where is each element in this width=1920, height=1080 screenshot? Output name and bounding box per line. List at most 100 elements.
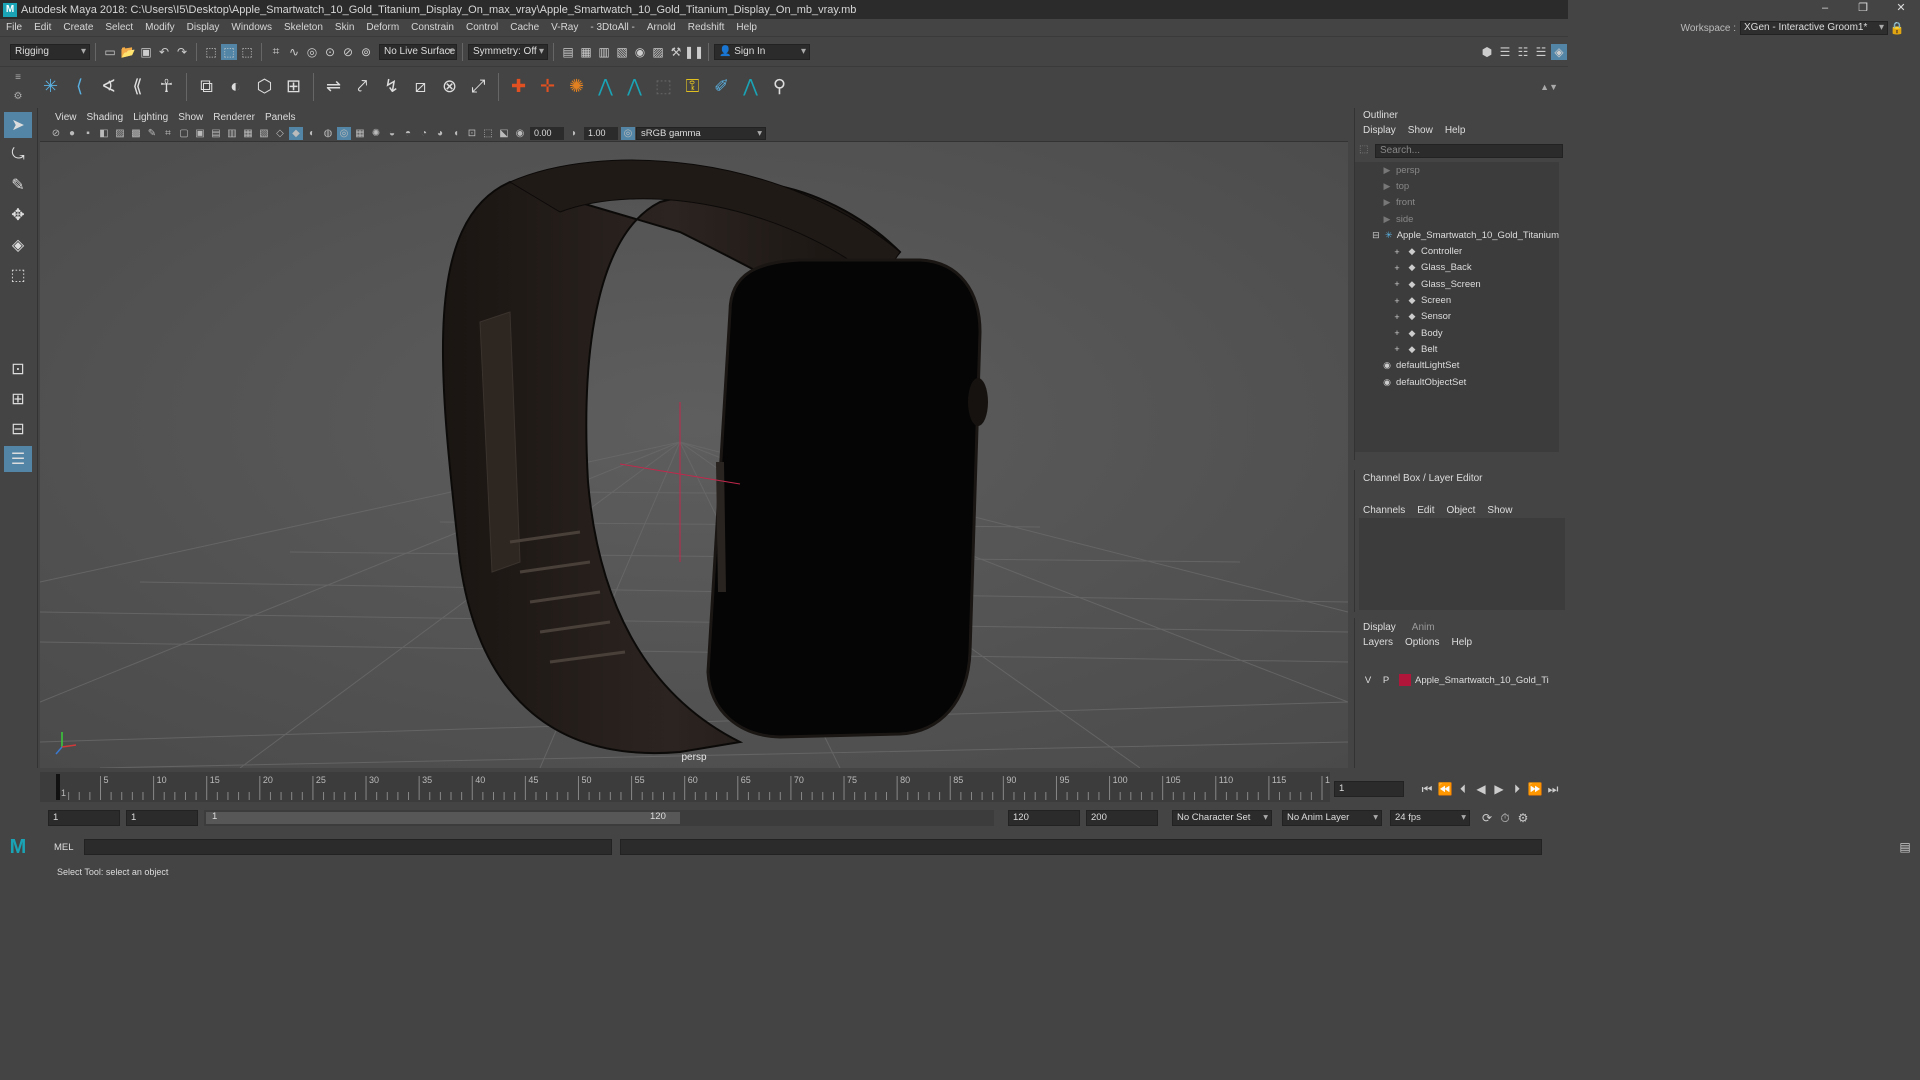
smooth-shade-icon[interactable]: ◆ (289, 126, 303, 140)
expand-toggle-icon[interactable]: ⊟ (1371, 230, 1381, 241)
graph-editor-icon[interactable]: ✐ (710, 75, 734, 99)
camera-attributes-icon[interactable]: ▪ (81, 127, 95, 140)
hik-control-icon[interactable]: ⋀ (623, 75, 647, 99)
step-back-frame-icon[interactable]: ⏴ (1455, 781, 1471, 797)
loop-icon[interactable]: ⟳ (1479, 810, 1495, 826)
expand-toggle-icon[interactable]: + (1391, 312, 1403, 322)
paint-weights-icon[interactable]: ◐ (224, 75, 248, 99)
color-management-icon[interactable]: ◎ (621, 126, 635, 140)
menu-set-dropdown[interactable]: Rigging (10, 43, 90, 60)
isolate-select-icon[interactable]: ⊡ (465, 127, 479, 140)
expand-toggle-icon[interactable]: + (1391, 344, 1403, 354)
field-chart-icon[interactable]: ▥ (225, 127, 239, 140)
layer-playback-toggle[interactable]: P (1377, 675, 1395, 686)
snap-grid-icon[interactable]: ⌗ (268, 44, 284, 60)
layer-visibility-toggle[interactable]: V (1359, 675, 1377, 686)
set-key-icon[interactable]: ⚿ (681, 75, 705, 99)
outliner-item[interactable]: ▶ side (1355, 211, 1559, 227)
single-perspective-layout-icon[interactable]: ⊡ (4, 356, 32, 382)
modeling-toolkit-icon[interactable]: ⬢ (1479, 44, 1495, 60)
exposure-field[interactable]: 0.00 (530, 126, 564, 140)
tool-settings-icon[interactable]: ☷ (1515, 44, 1531, 60)
lock-icon[interactable]: 🔒 (1889, 20, 1905, 36)
outliner-list[interactable]: ▶ persp ▶ top ▶ front ▶ side ⊟ ✳ Apple_Smartwatch_… (1355, 162, 1559, 452)
xray-icon[interactable]: ◎ (337, 126, 351, 140)
select-object-icon[interactable]: ⬚ (221, 43, 237, 60)
expand-toggle-icon[interactable]: + (1391, 328, 1403, 338)
ipr-render-icon[interactable]: ▥ (596, 44, 612, 60)
wire-deformer-icon[interactable]: ↯ (380, 75, 404, 99)
play-forward-icon[interactable]: ▶ (1491, 781, 1507, 797)
playback-end-field[interactable]: 120 (1008, 810, 1080, 826)
render-frame-icon[interactable]: ▦ (578, 44, 594, 60)
menu-deform[interactable]: Deform (360, 22, 405, 33)
viewport-menu-lighting[interactable]: Lighting (128, 112, 173, 123)
move-tool-icon[interactable]: ✥ (4, 202, 32, 228)
command-input[interactable] (84, 839, 612, 855)
animation-start-field[interactable]: 1 (48, 810, 120, 826)
layer-menu-help[interactable]: Help (1451, 635, 1472, 650)
outliner-item[interactable]: ⊟ ✳ Apple_Smartwatch_10_Gold_Titanium (1355, 227, 1559, 243)
outliner-menu-help[interactable]: Help (1445, 123, 1466, 138)
character-set-dropdown[interactable]: No Character Set (1172, 810, 1272, 826)
script-editor-icon[interactable]: ▤ (1897, 839, 1913, 855)
outliner-item[interactable]: + ◆ Belt (1355, 341, 1559, 357)
expand-toggle-icon[interactable]: + (1391, 247, 1403, 257)
outliner-item[interactable]: ◉ defaultObjectSet (1355, 374, 1559, 390)
gamma-field[interactable]: 1.00 (584, 126, 618, 140)
outliner-filter-icon[interactable]: ⬚ (1359, 144, 1368, 155)
rotate-tool-icon[interactable]: ◈ (4, 232, 32, 258)
render-settings-icon[interactable]: ▧ (614, 44, 630, 60)
gamma-icon[interactable]: ◗ (567, 127, 581, 140)
hypershade-icon[interactable]: ◉ (632, 44, 648, 60)
nonlinear-icon[interactable]: ⤤ (351, 75, 375, 99)
outliner-search-input[interactable]: Search... (1375, 144, 1563, 158)
current-time-marker[interactable] (56, 774, 60, 800)
ik-spline-icon[interactable]: ∢ (97, 75, 121, 99)
render-view-icon[interactable]: ▤ (560, 44, 576, 60)
auto-key-icon[interactable]: ⏱ (1497, 810, 1513, 826)
shadows-icon[interactable]: ◒ (385, 127, 399, 140)
tab-display[interactable]: Display (1363, 620, 1396, 635)
use-all-lights-icon[interactable]: ✺ (369, 127, 383, 140)
symmetry-dropdown[interactable]: Symmetry: Off (468, 43, 548, 60)
select-camera-icon[interactable]: ⊘ (49, 127, 63, 140)
layer-menu-options[interactable]: Options (1405, 635, 1439, 650)
shelf-scroll-icon[interactable]: ▲▼ (1540, 82, 1558, 92)
motion-blur-icon[interactable]: ◔ (417, 127, 431, 140)
menu-create[interactable]: Create (57, 22, 99, 33)
color-space-dropdown[interactable]: sRGB gamma (636, 126, 766, 140)
smooth-bind-icon[interactable]: ⧉ (195, 75, 219, 99)
minimize-button[interactable]: – (1806, 0, 1844, 19)
film-gate-icon[interactable]: ▢ (177, 127, 191, 140)
trax-editor-icon[interactable]: ⋀ (739, 75, 763, 99)
outliner-item[interactable]: ▶ persp (1355, 162, 1559, 178)
time-slider[interactable]: 1 5 10 15 20 25 30 35 40 45 50 55 60 65 70 75 80 85 90 95 10… (40, 772, 1330, 802)
viewport-menu-view[interactable]: View (50, 112, 82, 123)
wrap-icon[interactable]: ⧄ (409, 75, 433, 99)
viewport-menu-show[interactable]: Show (173, 112, 208, 123)
viewport-menu-shading[interactable]: Shading (82, 112, 129, 123)
outliner-item[interactable]: + ◆ Glass_Screen (1355, 276, 1559, 292)
outliner-item[interactable]: + ◆ Screen (1355, 292, 1559, 308)
use-default-material-icon[interactable]: ◐ (305, 127, 319, 140)
depth-of-field-icon[interactable]: ◖ (449, 127, 463, 140)
menu-modify[interactable]: Modify (139, 22, 180, 33)
expand-toggle-icon[interactable]: + (1391, 296, 1403, 306)
menu-display[interactable]: Display (181, 22, 226, 33)
tab-anim[interactable]: Anim (1412, 620, 1435, 635)
step-forward-key-icon[interactable]: ⏩ (1527, 781, 1543, 797)
viewport-panel[interactable]: View Shading Lighting Show Renderer Pane… (40, 110, 1348, 768)
snap-view-icon[interactable]: ⊙ (322, 44, 338, 60)
four-view-layout-icon[interactable]: ⊞ (4, 386, 32, 412)
lattice-icon[interactable]: ⊞ (282, 75, 306, 99)
paint-select-tool-icon[interactable]: ✎ (4, 172, 32, 198)
lock-camera-icon[interactable]: ● (65, 127, 79, 140)
menu-vray[interactable]: V-Ray (545, 22, 584, 33)
scale-tool-icon[interactable]: ⬚ (4, 262, 32, 288)
select-tool-icon[interactable]: ➤ (4, 112, 32, 138)
image-plane-icon[interactable]: ▨ (113, 127, 127, 140)
2d-pan-icon[interactable]: ▩ (129, 127, 143, 140)
menu-3dtoall[interactable]: - 3DtoAll - (584, 22, 640, 33)
bookmark-icon[interactable]: ◧ (97, 127, 111, 140)
